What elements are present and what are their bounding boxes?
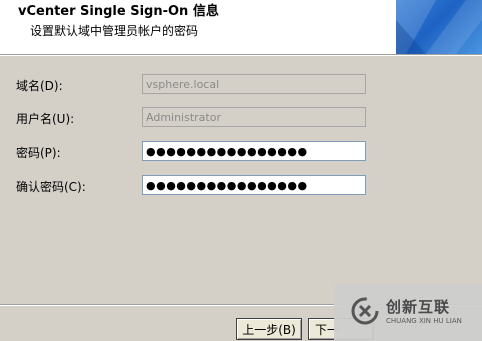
confirm-password-label: 确认密码(C): bbox=[16, 180, 86, 194]
page-subtitle: 设置默认域中管理员帐户的密码 bbox=[30, 24, 199, 38]
password-field[interactable] bbox=[142, 141, 366, 161]
header-divider bbox=[0, 54, 482, 56]
domain-label: 域名(D): bbox=[16, 79, 63, 93]
back-button[interactable]: 上一步(B) bbox=[236, 318, 302, 340]
vmware-banner-graphic bbox=[396, 0, 482, 54]
confirm-password-field[interactable] bbox=[142, 175, 366, 195]
watermark: 创新互联 CHUANG XIN HU LIAN bbox=[334, 284, 482, 341]
page-title: vCenter Single Sign-On 信息 bbox=[18, 4, 219, 19]
watermark-text: 创新互联 bbox=[386, 298, 451, 316]
watermark-subtext: CHUANG XIN HU LIAN bbox=[386, 317, 462, 325]
domain-field bbox=[142, 74, 366, 94]
username-field bbox=[142, 107, 366, 127]
password-label: 密码(P): bbox=[16, 146, 61, 160]
wizard-header: vCenter Single Sign-On 信息 设置默认域中管理员帐户的密码 bbox=[0, 0, 482, 54]
watermark-logo-icon bbox=[351, 297, 379, 325]
username-label: 用户名(U): bbox=[16, 112, 75, 126]
